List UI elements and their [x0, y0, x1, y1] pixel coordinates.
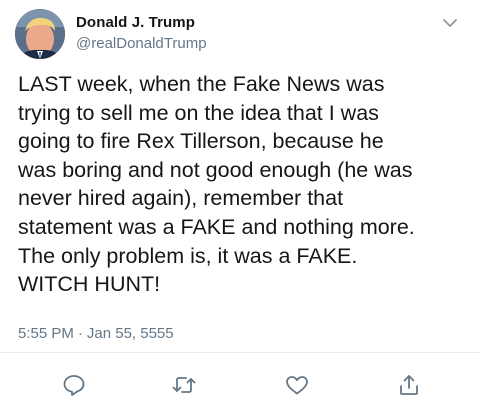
author-name[interactable]: Donald J. Trump: [76, 14, 195, 31]
tweet-text-line: never hired again), remember that: [18, 186, 344, 211]
avatar[interactable]: [15, 9, 65, 59]
share-icon[interactable]: [396, 373, 422, 397]
tweet-date: Jan 55, 5555: [86, 325, 174, 342]
heart-icon[interactable]: [284, 373, 310, 397]
tweet-card: Donald J. Trump @realDonaldTrump LAST we…: [0, 0, 480, 410]
tweet-text-line: WITCH HUNT!: [18, 272, 161, 297]
chevron-down-icon[interactable]: [442, 16, 458, 28]
reply-icon[interactable]: [61, 373, 87, 397]
author-handle[interactable]: @realDonaldTrump: [76, 35, 207, 52]
tweet-text: LAST week, when the Fake News was trying…: [18, 70, 473, 299]
timestamp[interactable]: 5:55 PM · Jan 55, 5555: [18, 325, 174, 342]
tweet-text-line: The only problem is, it was a FAKE.: [18, 243, 358, 268]
tweet-text-line: statement was a FAKE and nothing more.: [18, 214, 415, 239]
action-bar: [0, 365, 480, 405]
retweet-icon[interactable]: [171, 373, 197, 397]
tweet-text-line: trying to sell me on the idea that I was: [18, 100, 379, 125]
tweet-text-line: LAST week, when the Fake News was: [18, 72, 385, 96]
tweet-text-line: was boring and not good enough (he was: [18, 157, 413, 182]
timestamp-separator: ·: [77, 325, 83, 342]
divider: [0, 352, 480, 353]
tweet-time: 5:55 PM: [18, 325, 74, 342]
tweet-text-line: going to fire Rex Tillerson, because he: [18, 129, 384, 154]
